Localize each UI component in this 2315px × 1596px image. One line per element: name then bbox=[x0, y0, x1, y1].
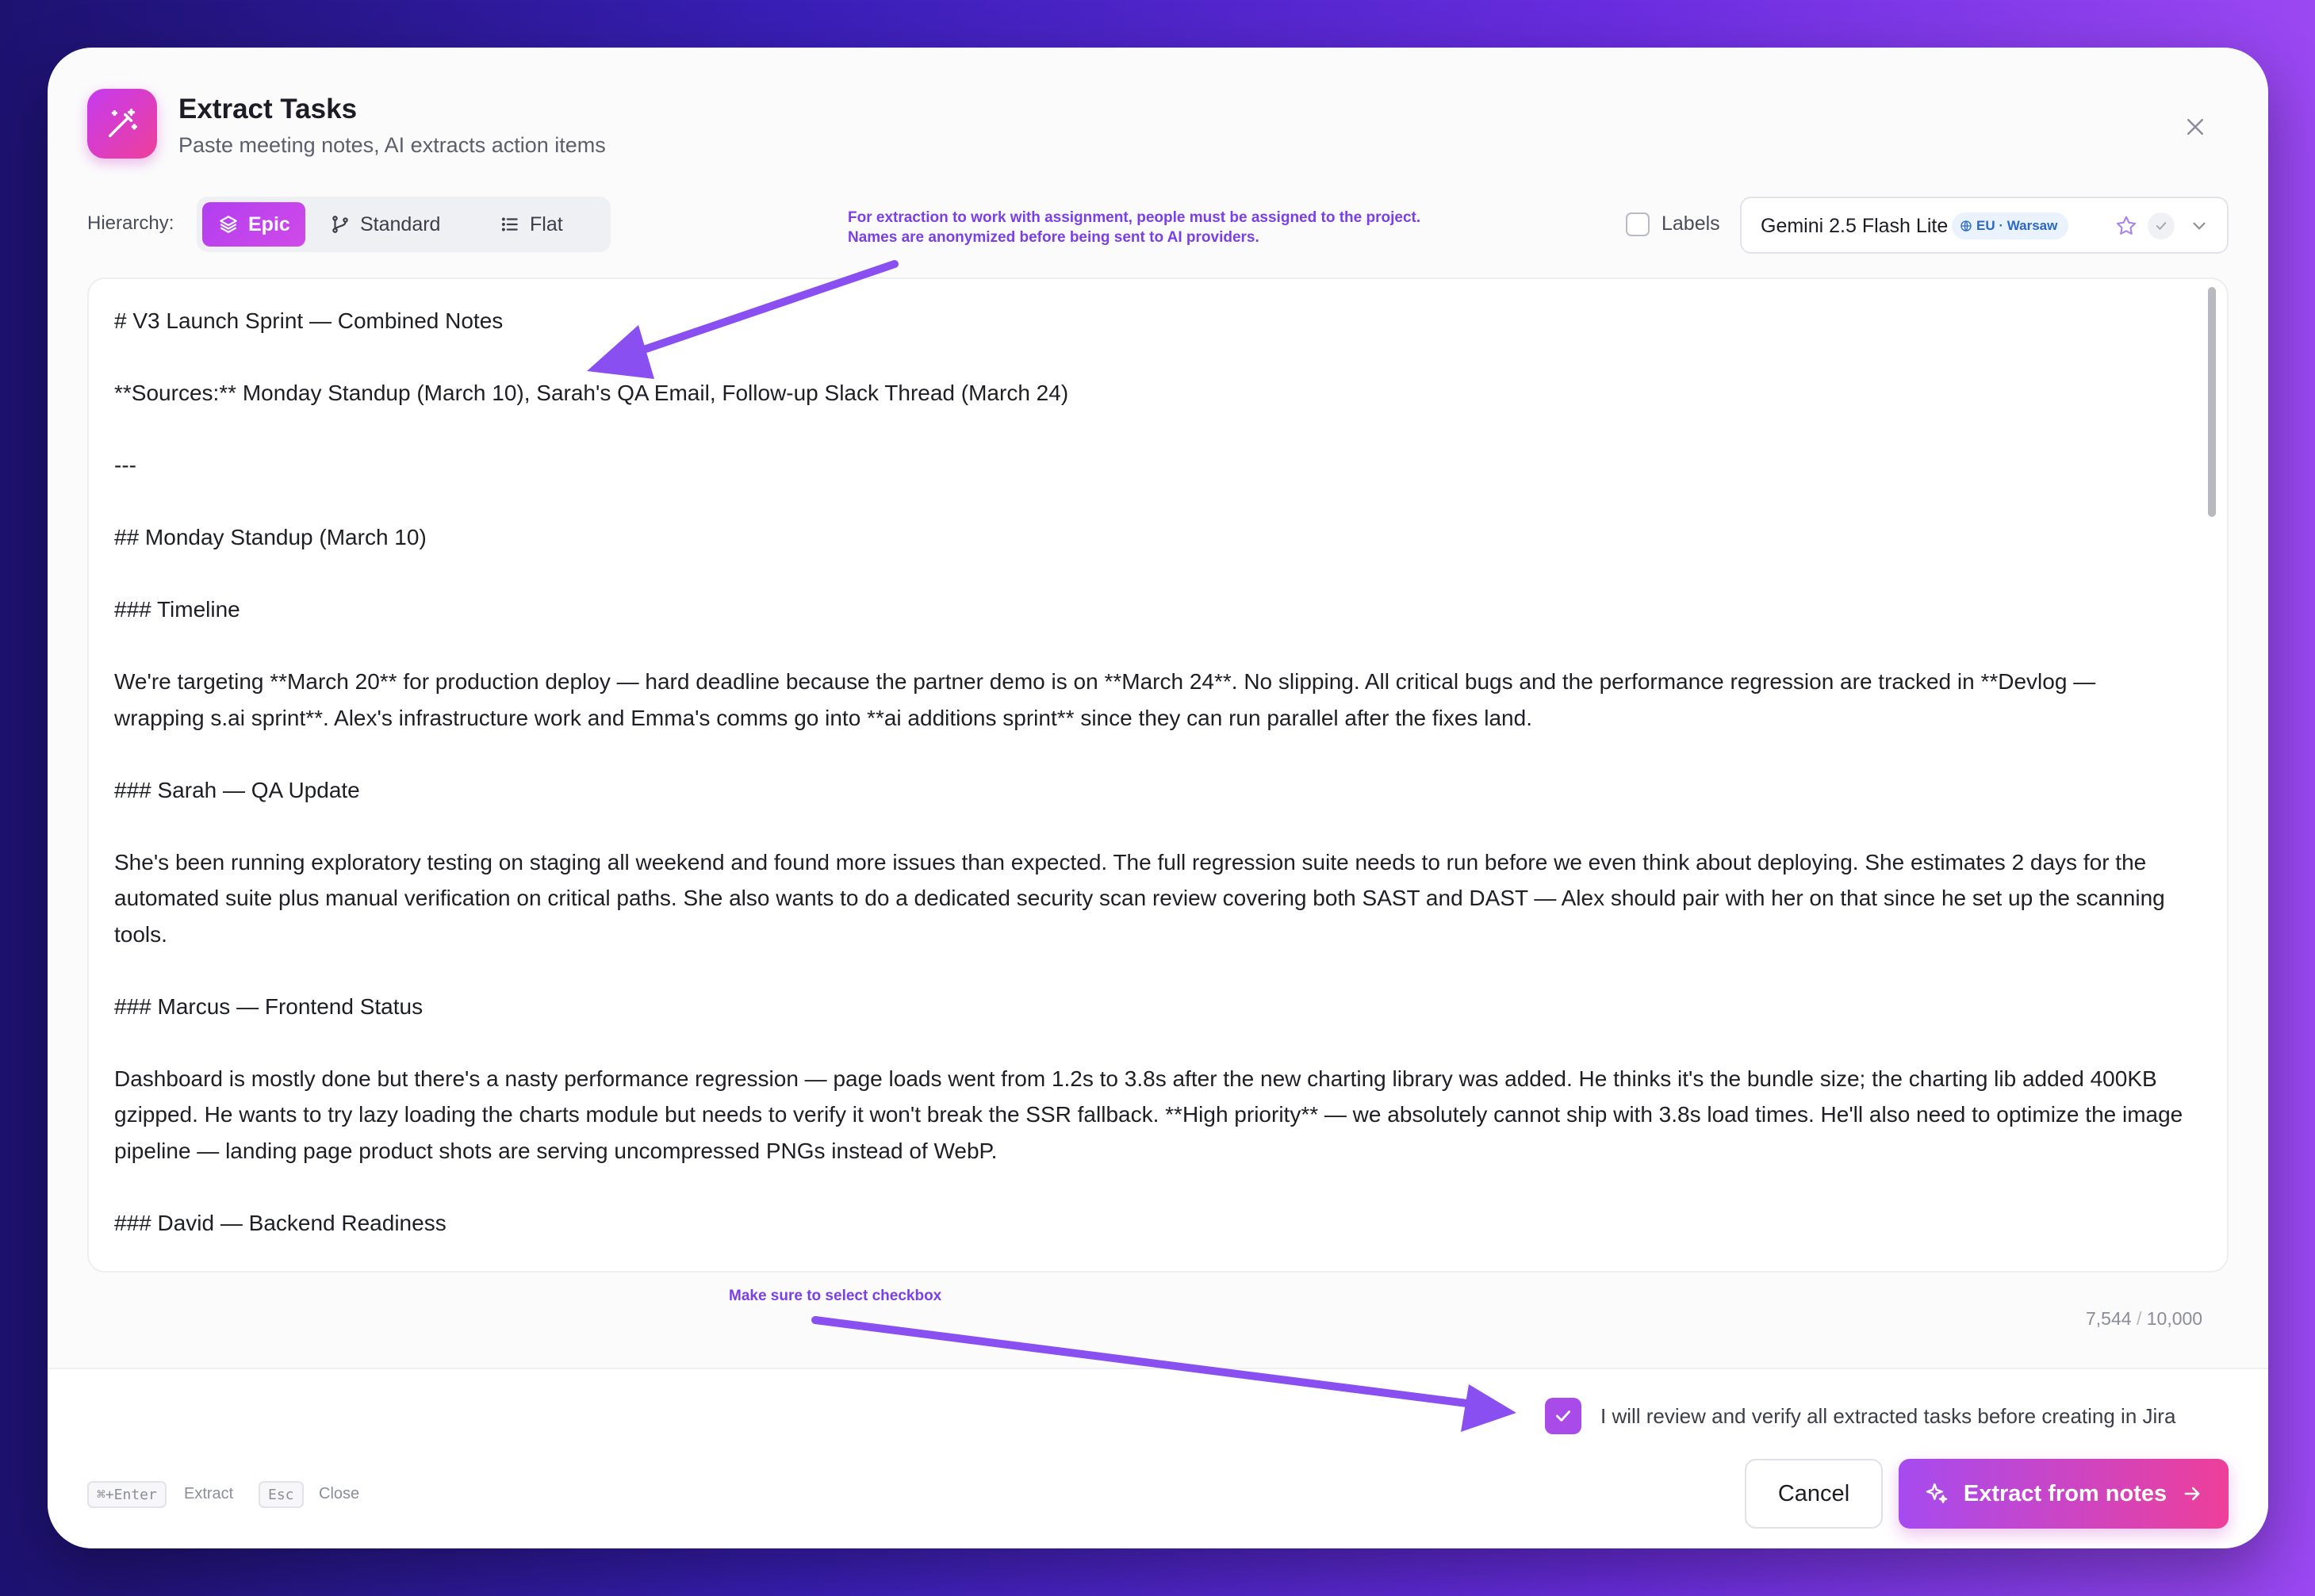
close-button[interactable] bbox=[2173, 105, 2217, 149]
editor-scrollbar[interactable] bbox=[2208, 287, 2216, 517]
hierarchy-option-standard[interactable]: Standard bbox=[314, 202, 477, 247]
notes-line: We're targeting **March 20** for product… bbox=[114, 669, 2096, 730]
notes-line: **Sources:** Monday Standup (March 10), … bbox=[114, 381, 1069, 405]
hierarchy-option-flat[interactable]: Flat bbox=[484, 202, 603, 247]
notes-textarea[interactable]: # V3 Launch Sprint — Combined Notes **So… bbox=[87, 277, 2229, 1273]
star-icon[interactable] bbox=[2114, 214, 2138, 238]
globe-icon bbox=[1960, 220, 1972, 232]
model-name: Gemini 2.5 Flash Lite bbox=[1761, 215, 1949, 237]
annotation-line: For extraction to work with assignment, … bbox=[848, 209, 1421, 226]
shortcut-label-extract: Extract bbox=[184, 1485, 234, 1502]
close-icon bbox=[2187, 119, 2203, 135]
notes-line: Dashboard is mostly done but there's a n… bbox=[114, 1066, 2183, 1163]
hierarchy-option-label: Flat bbox=[530, 212, 563, 235]
notes-line: ### David — Backend Readiness bbox=[114, 1210, 447, 1235]
hierarchy-option-label: Epic bbox=[248, 212, 290, 235]
notes-line: ### Sarah — QA Update bbox=[114, 777, 360, 802]
list-icon bbox=[501, 217, 518, 232]
verified-badge bbox=[2148, 212, 2175, 239]
labels-label: Labels bbox=[1662, 212, 1720, 235]
branch-icon bbox=[332, 216, 348, 233]
hierarchy-option-epic[interactable]: Epic bbox=[202, 202, 305, 247]
shortcut-label-close: Close bbox=[319, 1485, 360, 1502]
notes-line: # V3 Launch Sprint — Combined Notes bbox=[114, 308, 504, 333]
extract-button-label: Extract from notes bbox=[1963, 1480, 2167, 1506]
modal-subtitle: Paste meeting notes, AI extracts action … bbox=[178, 133, 606, 157]
character-counter: 7,544 / 10,000 bbox=[2086, 1308, 2203, 1329]
notes-line: --- bbox=[114, 453, 136, 477]
chevron-down-icon bbox=[2193, 222, 2206, 230]
layers-icon bbox=[220, 216, 237, 233]
arrow-right-icon bbox=[2184, 1487, 2200, 1501]
notes-line: ## Monday Standup (March 10) bbox=[114, 525, 427, 549]
char-count: 7,544 bbox=[2086, 1308, 2132, 1329]
shortcut-key-extract: ⌘+Enter bbox=[87, 1481, 167, 1508]
hierarchy-option-label: Standard bbox=[360, 212, 441, 235]
modal-title: Extract Tasks bbox=[178, 94, 358, 124]
notes-line: ### Marcus — Frontend Status bbox=[114, 993, 424, 1019]
magic-wand-icon bbox=[87, 89, 157, 159]
extract-tasks-modal: Extract Tasks Paste meeting notes, AI ex… bbox=[48, 48, 2268, 1548]
model-selector[interactable]: Gemini 2.5 Flash Lite EU · Warsaw bbox=[1740, 197, 2229, 254]
hierarchy-label: Hierarchy: bbox=[87, 212, 174, 234]
annotation-line: Names are anonymized before being sent t… bbox=[848, 229, 1259, 246]
extract-from-notes-button[interactable]: Extract from notes bbox=[1899, 1459, 2229, 1529]
check-icon bbox=[1556, 1410, 1570, 1422]
notes-line: ### Timeline bbox=[114, 597, 240, 622]
annotation-checkbox-note: Make sure to select checkbox bbox=[729, 1288, 942, 1304]
hierarchy-selector: Epic Standard Flat bbox=[197, 197, 611, 252]
cancel-button[interactable]: Cancel bbox=[1745, 1459, 1883, 1529]
annotation-assignment-note: For extraction to work with assignment, … bbox=[848, 208, 1420, 247]
region-badge: EU · Warsaw bbox=[1952, 212, 2069, 239]
check-icon bbox=[2156, 222, 2167, 231]
review-agreement-label: I will review and verify all extracted t… bbox=[1600, 1404, 2176, 1428]
review-agreement-checkbox[interactable] bbox=[1545, 1398, 1581, 1434]
sparkles-icon bbox=[1926, 1483, 1948, 1503]
region-text: EU · Warsaw bbox=[1976, 218, 2058, 233]
notes-line: She's been running exploratory testing o… bbox=[114, 849, 2165, 947]
labels-checkbox[interactable] bbox=[1626, 212, 1650, 236]
notes-content: # V3 Launch Sprint — Combined Notes **So… bbox=[114, 303, 2184, 1271]
char-limit: 10,000 bbox=[2146, 1308, 2203, 1329]
shortcut-key-close: Esc bbox=[259, 1481, 304, 1508]
